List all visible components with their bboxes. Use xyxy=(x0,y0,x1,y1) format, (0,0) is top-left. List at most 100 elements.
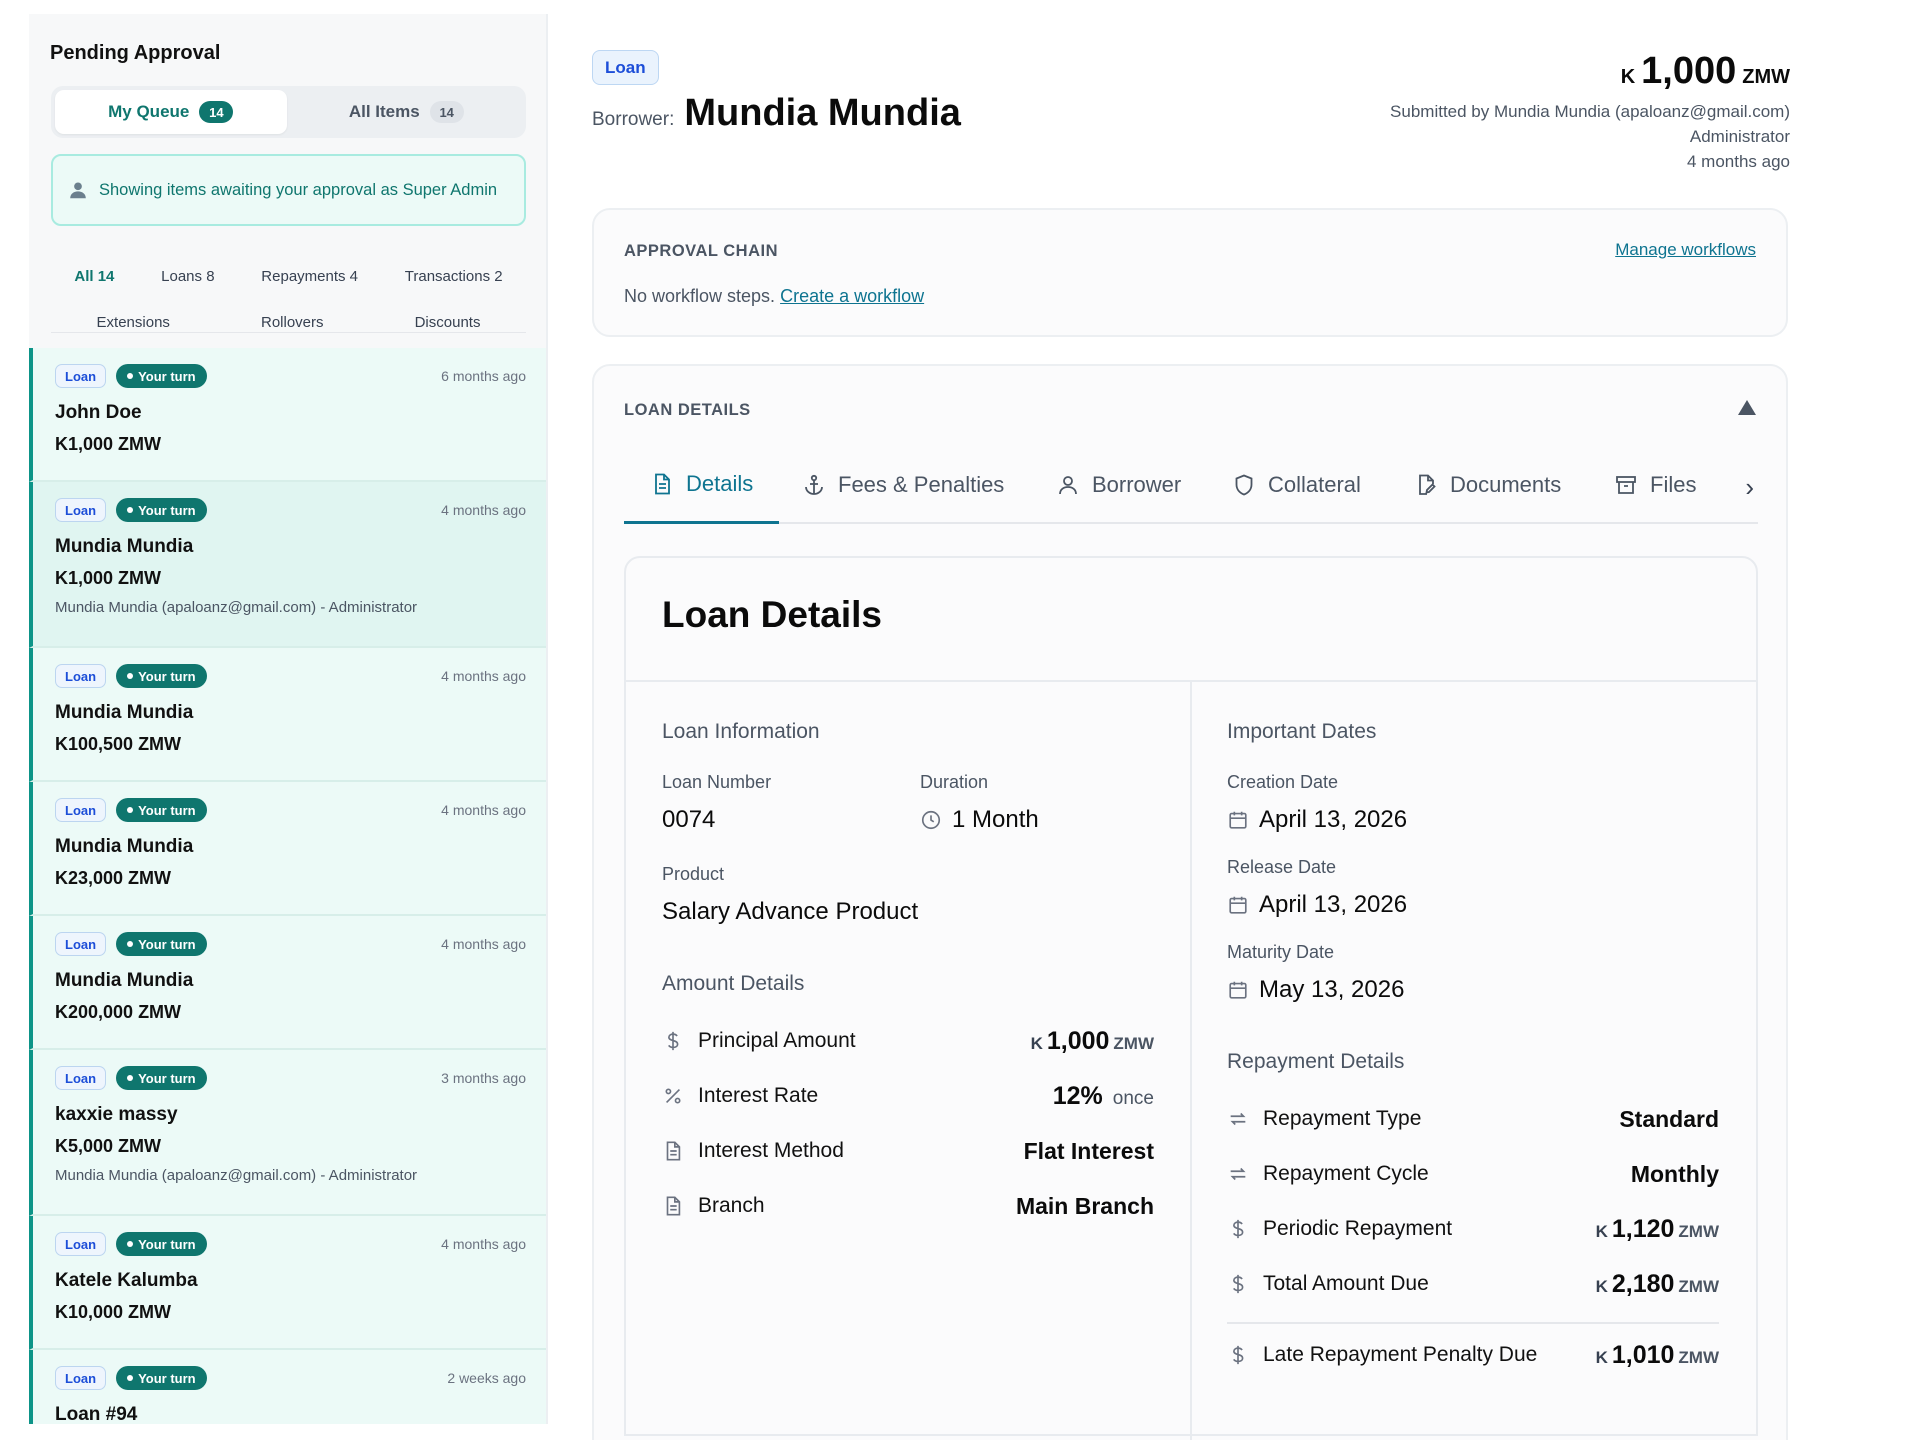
maturity-date-value: May 13, 2026 xyxy=(1259,976,1405,1003)
your-turn-badge: Your turn xyxy=(116,498,207,522)
filter-all[interactable]: All 14 xyxy=(74,268,114,285)
all-items-count: 14 xyxy=(429,101,464,123)
total-amount-due: 2,180 xyxy=(1611,1269,1675,1298)
queue-info-banner: Showing items awaiting your approval as … xyxy=(51,154,526,226)
maturity-date: May 13, 2026 xyxy=(1227,976,1404,1004)
late-penalty-value: K 1,010 ZMW xyxy=(1596,1341,1719,1370)
approval-list-item-selected[interactable]: Loan Your turn 4 months ago Mundia Mundi… xyxy=(29,482,546,648)
repayment-type-row: Repayment Type Standard xyxy=(1227,1099,1719,1139)
creation-date: April 13, 2026 xyxy=(1227,806,1407,834)
item-type-badge: Loan xyxy=(55,1232,107,1256)
release-date-value: April 13, 2026 xyxy=(1259,891,1408,918)
item-borrower-name: Katele Kalumba xyxy=(55,1270,198,1291)
item-time: 4 months ago xyxy=(441,502,526,518)
no-steps-text: No workflow steps. xyxy=(624,286,776,306)
item-time: 4 months ago xyxy=(441,802,526,818)
duration: 1 Month xyxy=(920,806,1039,834)
approval-list-item[interactable]: Loan Your turn 4 months ago Mundia Mundi… xyxy=(29,916,546,1050)
principal-amount: 1,000 xyxy=(1046,1026,1110,1055)
item-time: 4 months ago xyxy=(441,668,526,684)
approval-list-item[interactable]: Loan Your turn 4 months ago Katele Kalum… xyxy=(29,1216,546,1350)
percent-icon xyxy=(665,1088,681,1104)
loan-amount: K 1,000 ZMW xyxy=(1390,50,1790,93)
status-dot-icon xyxy=(127,1375,134,1381)
amount-details-title: Amount Details xyxy=(662,972,805,995)
currency-symbol: K xyxy=(1595,1276,1608,1296)
currency-code: ZMW xyxy=(1742,66,1790,88)
loan-detail-tabs: Details Fees & Penalties Borrower Collat… xyxy=(624,446,1758,524)
manage-workflows-link[interactable]: Manage workflows xyxy=(1615,240,1756,260)
user-icon xyxy=(70,182,86,199)
item-borrower-name: John Doe xyxy=(55,402,142,423)
branch: Main Branch xyxy=(1015,1192,1154,1219)
tab-collateral[interactable]: Collateral xyxy=(1232,446,1361,524)
tab-my-queue[interactable]: My Queue 14 xyxy=(55,90,287,134)
your-turn-label: Your turn xyxy=(138,802,196,818)
filter-rollovers[interactable]: Rollovers xyxy=(261,314,324,331)
item-amount: K10,000 ZMW xyxy=(55,1302,172,1322)
interest-rate: 12% xyxy=(1052,1081,1103,1110)
periodic-repayment-value: K 1,120 ZMW xyxy=(1596,1215,1719,1244)
filter-extensions[interactable]: Extensions xyxy=(97,314,170,331)
currency-symbol: K xyxy=(1595,1221,1608,1241)
tab-fees-penalties[interactable]: Fees & Penalties xyxy=(802,446,1004,524)
sidebar-title: Pending Approval xyxy=(50,42,221,64)
repayment-type-label: Repayment Type xyxy=(1263,1107,1422,1130)
filter-discounts[interactable]: Discounts xyxy=(415,314,481,331)
borrower-name: Mundia Mundia xyxy=(684,92,961,134)
filter-transactions[interactable]: Transactions 2 xyxy=(405,268,503,285)
item-borrower-name: kaxxie massy xyxy=(55,1104,178,1125)
document-icon xyxy=(655,473,670,494)
tab-documents-label: Documents xyxy=(1450,472,1562,497)
interest-method-value: Flat Interest xyxy=(1024,1138,1154,1165)
person-icon xyxy=(1059,476,1077,495)
create-workflow-link[interactable]: Create a workflow xyxy=(780,286,924,306)
your-turn-label: Your turn xyxy=(138,936,196,952)
filter-row-secondary: Extensions Rollovers Discounts xyxy=(51,314,526,331)
interest-method-row: Interest Method Flat Interest xyxy=(662,1131,1154,1171)
page: Pending Approval My Queue 14 All Items 1… xyxy=(0,0,1920,1440)
approval-list-item[interactable]: Loan Your turn 6 months ago John Doe K1,… xyxy=(29,348,546,482)
item-borrower-name: Mundia Mundia xyxy=(55,536,194,557)
calendar-icon xyxy=(1229,981,1247,999)
approval-list-item[interactable]: Loan Your turn 3 months ago kaxxie massy… xyxy=(29,1050,546,1216)
status-dot-icon xyxy=(127,807,134,813)
queue-toggle: My Queue 14 All Items 14 xyxy=(51,86,526,138)
currency-code: ZMW xyxy=(1678,1221,1719,1241)
repayment-cycle: Monthly xyxy=(1630,1160,1719,1187)
tab-all-items[interactable]: All Items 14 xyxy=(291,90,523,134)
approval-list-item[interactable]: Loan Your turn 4 months ago Mundia Mundi… xyxy=(29,648,546,782)
collapse-toggle-icon[interactable] xyxy=(1738,400,1756,415)
approval-chain-title: APPROVAL CHAIN xyxy=(624,242,778,260)
submitted-by: Submitted by Mundia Mundia (apaloanz@gma… xyxy=(1390,102,1790,121)
duration-value: 1 Month xyxy=(952,806,1039,833)
tab-borrower[interactable]: Borrower xyxy=(1056,446,1181,524)
currency-symbol: K xyxy=(1595,1347,1608,1367)
tab-files[interactable]: Files xyxy=(1614,446,1696,524)
tab-details[interactable]: Details xyxy=(624,446,780,524)
tab-details-label: Details xyxy=(686,470,754,496)
document-edit-icon xyxy=(1419,474,1436,495)
panel-title: Loan Details xyxy=(662,594,882,635)
interest-method-label: Interest Method xyxy=(698,1139,844,1162)
approval-list-item[interactable]: Loan Your turn 2 weeks ago Loan #94 xyxy=(29,1350,546,1424)
status-dot-icon xyxy=(127,1241,134,1247)
periodic-repayment-row: Periodic Repayment K 1,120 ZMW xyxy=(1227,1209,1719,1249)
important-dates-title: Important Dates xyxy=(1227,720,1377,743)
filter-loans[interactable]: Loans 8 xyxy=(161,268,214,285)
currency-code: ZMW xyxy=(1113,1033,1154,1053)
chevron-right-icon[interactable]: › xyxy=(1745,472,1754,503)
approval-list-item[interactable]: Loan Your turn 4 months ago Mundia Mundi… xyxy=(29,782,546,916)
repayment-cycle-label: Repayment Cycle xyxy=(1263,1162,1429,1185)
interest-rate-row: Interest Rate 12% once xyxy=(662,1076,1154,1116)
item-amount: K5,000 ZMW xyxy=(55,1136,162,1156)
product-value: Salary Advance Product xyxy=(662,898,919,925)
tab-documents[interactable]: Documents xyxy=(1414,446,1561,524)
item-borrower-name: Mundia Mundia xyxy=(55,836,194,857)
repayment-cycle-value: Monthly xyxy=(1631,1161,1719,1188)
approval-detail: Loan Borrower: Mundia Mundia K 1,000 ZMW… xyxy=(548,0,1920,1440)
your-turn-badge: Your turn xyxy=(116,932,207,956)
your-turn-label: Your turn xyxy=(138,502,196,518)
loan-details-card: LOAN DETAILS Details Fees & Penalties Bo… xyxy=(592,364,1788,1440)
filter-repayments[interactable]: Repayments 4 xyxy=(261,268,358,285)
